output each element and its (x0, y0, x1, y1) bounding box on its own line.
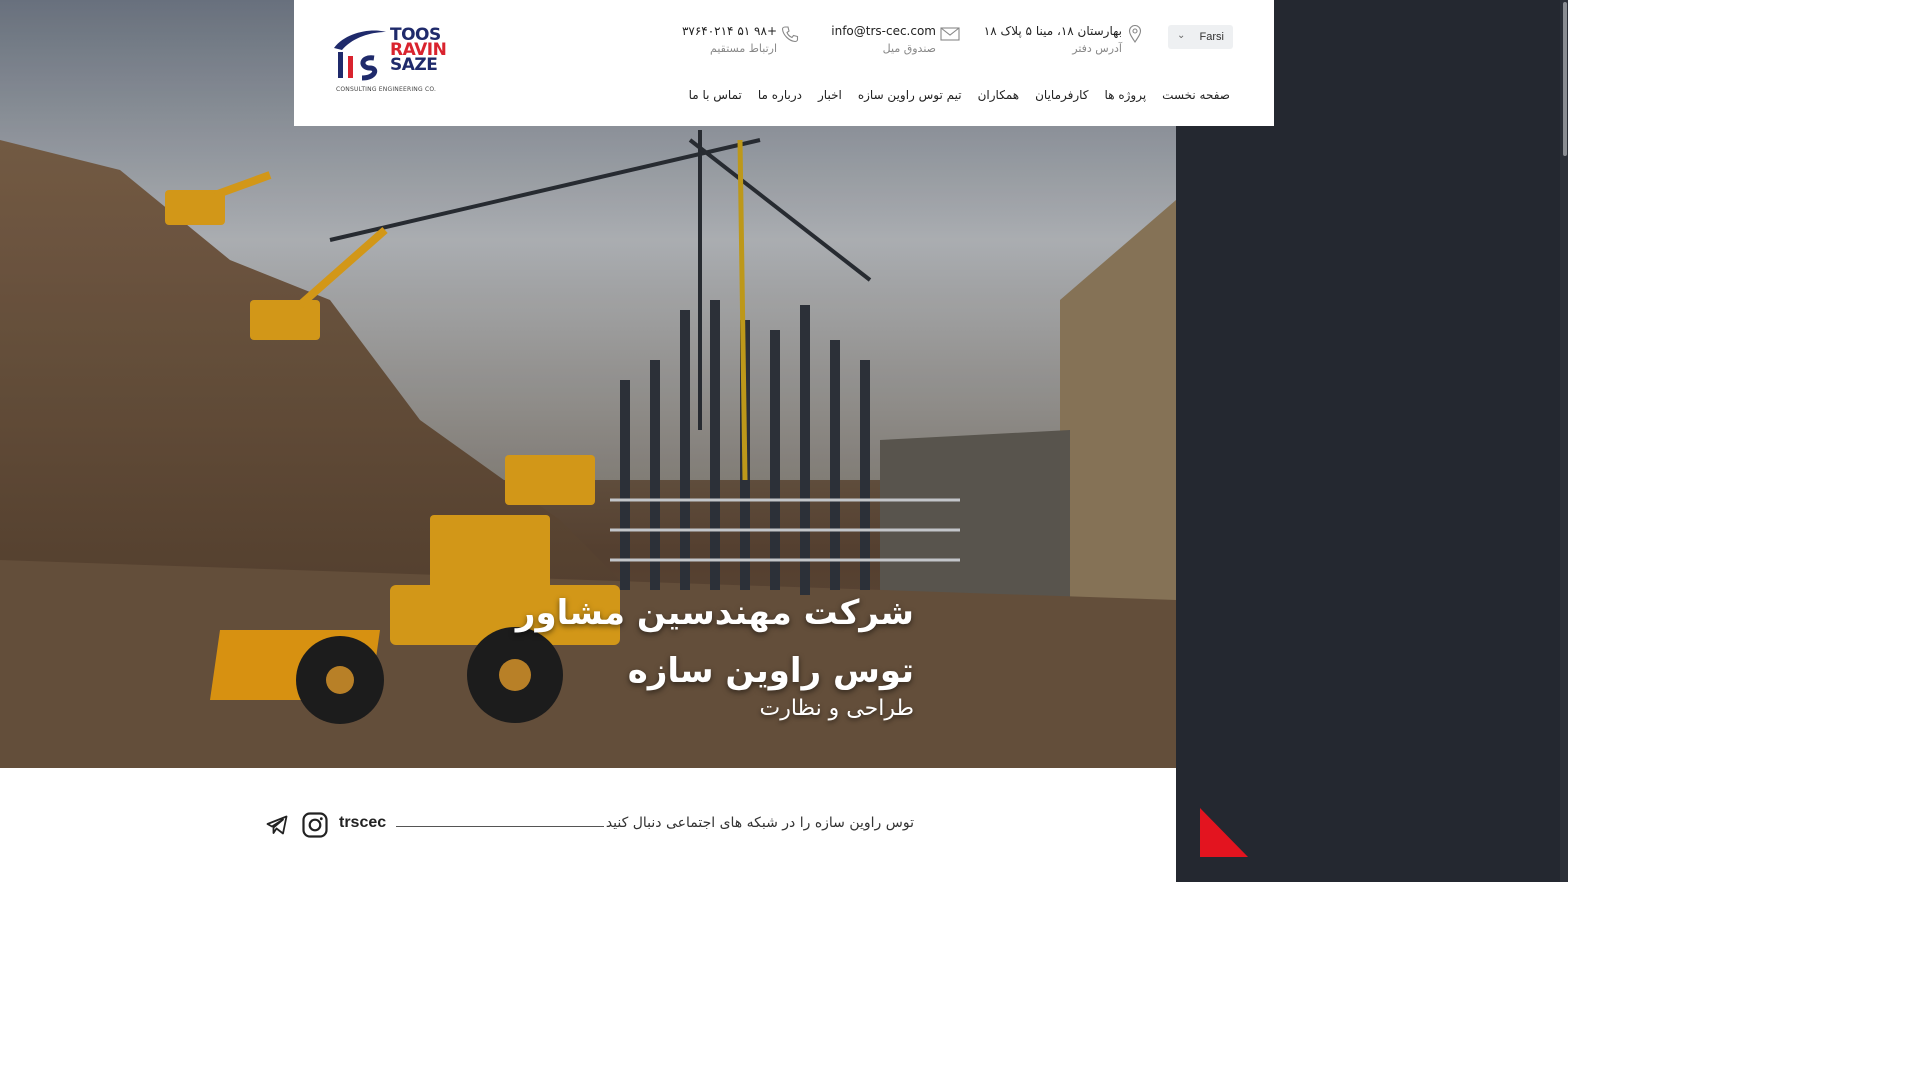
envelope-icon (940, 27, 960, 41)
contact-address: بهارستان ۱۸، مینا ۵ پلاک ۱۸ آدرس دفتر (984, 24, 1122, 55)
main-navigation: صفحه نخست پروژه ها کارفرمایان همکاران تی… (689, 88, 1230, 102)
phone-icon (781, 26, 799, 43)
nav-item-partners[interactable]: همکاران (978, 88, 1020, 102)
contact-phone[interactable]: +۹۸ ۵۱ ۳۷۶۴۰۲۱۴ ارتباط مستقیم (682, 24, 777, 55)
scrollbar-thumb[interactable] (1563, 2, 1567, 156)
logo-tagline: CONSULTING ENGINEERING CO. (336, 86, 437, 93)
nav-item-team[interactable]: تیم توس راوین سازه (858, 88, 962, 102)
logo-word-saze: SAZE (390, 55, 438, 75)
address-value: بهارستان ۱۸، مینا ۵ پلاک ۱۸ (983, 24, 1122, 38)
follow-text: توس راوین سازه را در شبکه های اجتماعی دن… (605, 815, 914, 831)
hero-subtitle: طراحی و نظارت (759, 696, 914, 721)
social-handle[interactable]: trscec (339, 814, 386, 832)
nav-item-home[interactable]: صفحه نخست (1162, 88, 1230, 102)
language-selected: Farsi (1199, 31, 1224, 43)
chevron-down-icon: ⌄ (1177, 30, 1186, 41)
divider-line (396, 826, 604, 827)
email-address[interactable]: info@trs-cec.com (831, 24, 936, 38)
hero-title-line2: توس راوین سازه (627, 651, 914, 691)
contact-email[interactable]: info@trs-cec.com صندوق میل (831, 24, 936, 55)
logo-mark-icon (334, 30, 386, 81)
hero-title: شرکت مهندسین مشاور توس راوین سازه (294, 584, 914, 700)
social-follow-section: توس راوین سازه را در شبکه های اجتماعی دن… (0, 768, 1176, 882)
hero-title-line1: شرکت مهندسین مشاور (515, 593, 914, 633)
nav-item-clients[interactable]: کارفرمایان (1035, 88, 1088, 102)
language-selector[interactable]: Farsi ⌄ (1168, 25, 1233, 49)
corner-triangle-icon (1200, 808, 1248, 857)
address-label: آدرس دفتر (1072, 42, 1122, 55)
telegram-icon[interactable] (266, 815, 288, 835)
nav-item-news[interactable]: اخبار (818, 88, 842, 102)
nav-item-projects[interactable]: پروژه ها (1105, 88, 1147, 102)
location-pin-icon (1128, 25, 1142, 43)
email-label: صندوق میل (882, 42, 936, 55)
site-logo[interactable]: TOOS RAVIN SAZE CONSULTING ENGINEERING C… (330, 26, 450, 98)
phone-label: ارتباط مستقیم (710, 42, 777, 55)
phone-number[interactable]: +۹۸ ۵۱ ۳۷۶۴۰۲۱۴ (682, 24, 777, 38)
nav-item-contact[interactable]: تماس با ما (689, 88, 742, 102)
site-header: TOOS RAVIN SAZE CONSULTING ENGINEERING C… (294, 0, 1274, 126)
side-panel (1176, 0, 1568, 882)
instagram-icon[interactable] (302, 812, 328, 838)
nav-item-about[interactable]: درباره ما (758, 88, 802, 102)
